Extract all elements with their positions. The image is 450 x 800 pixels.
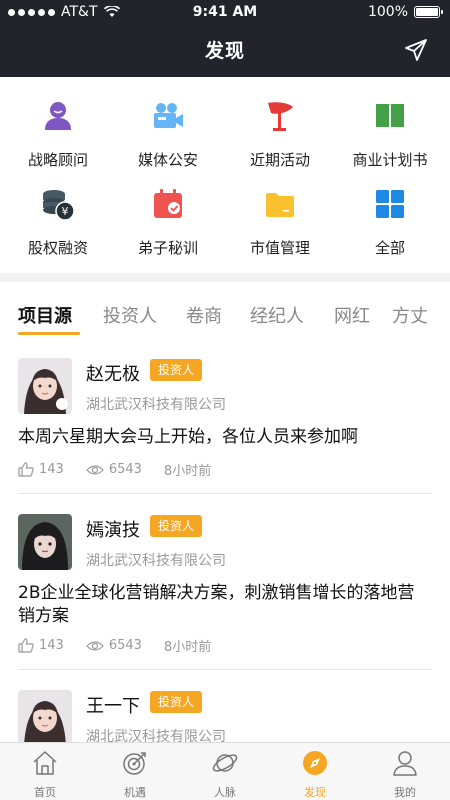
grid-item-label: 媒体公安: [137, 151, 198, 169]
tab-investors[interactable]: 投资人: [103, 302, 157, 328]
coins-icon: ¥: [43, 190, 75, 221]
tab-abbots[interactable]: 方丈: [392, 302, 428, 328]
battery-percent: 100%: [367, 4, 408, 20]
page-title: 发现: [204, 40, 245, 62]
thumbs-up-icon: [18, 462, 34, 477]
folder-icon: [266, 193, 294, 217]
tab-agents[interactable]: 经纪人: [250, 302, 304, 328]
feature-grid: 战略顾问 媒体公安 近期活动 商业计划书 ¥ 股权融资 弟子秘训 市值管理 全部: [0, 77, 450, 273]
battery-icon: [414, 6, 443, 18]
grid-item-market-value[interactable]: 市值管理: [224, 187, 336, 258]
grid-item-label: 全部: [374, 239, 405, 257]
svg-text:¥: ¥: [62, 205, 69, 218]
like-button[interactable]: 143: [18, 462, 64, 477]
book-icon: [376, 104, 404, 129]
grid-item-training[interactable]: 弟子秘训: [112, 187, 224, 258]
video-camera-icon: [154, 103, 183, 128]
grid-item-label: 股权融资: [27, 239, 88, 257]
category-tabs: 项目源 投资人 卷商 经纪人 网红 方丈: [0, 282, 450, 338]
grid-item-label: 近期活动: [249, 151, 310, 169]
post-item[interactable]: 赵无极 投资人 湖北武汉科技有限公司 本周六星期大会马上开始，各位人员来参加啊 …: [0, 338, 450, 494]
planet-icon: [212, 754, 238, 772]
grid-icon: [376, 190, 404, 218]
advisor-icon: [45, 102, 71, 130]
grid-item-advisor[interactable]: 战略顾问: [2, 99, 114, 170]
post-time: 8小时前: [163, 640, 212, 655]
eye-icon: [85, 640, 104, 651]
post-content[interactable]: 本周六星期大会马上开始，各位人员来参加啊: [18, 426, 430, 449]
person-icon: [393, 751, 417, 776]
role-badge: 投资人: [150, 359, 203, 381]
calendar-check-icon: [154, 189, 182, 218]
target-icon: [123, 752, 146, 775]
company-name: 湖北武汉科技有限公司: [86, 553, 226, 569]
grid-item-all[interactable]: 全部: [334, 187, 446, 258]
tab-influencers[interactable]: 网红: [334, 302, 370, 328]
views: 6543: [85, 462, 142, 477]
author-name[interactable]: 嫣演技: [86, 516, 140, 542]
like-count: 143: [39, 638, 64, 653]
bottom-tab-bar: 首页 机遇 人脉 发现 我的: [0, 742, 450, 800]
section-divider: [0, 273, 450, 282]
grid-item-media[interactable]: 媒体公安: [112, 99, 224, 170]
post-item[interactable]: 王一下 投资人 湖北武汉科技有限公司: [0, 670, 450, 742]
tabbar-home[interactable]: 首页: [0, 749, 90, 800]
tabbar-label: 发现: [304, 786, 326, 799]
view-count: 6543: [108, 462, 142, 477]
like-button[interactable]: 143: [18, 638, 64, 653]
status-bar: AT&T 9:41 AM 100%: [0, 0, 450, 24]
post-time: 8小时前: [163, 464, 212, 479]
grid-item-label: 商业计划书: [352, 151, 428, 169]
tabbar-profile[interactable]: 我的: [360, 749, 450, 800]
like-count: 143: [39, 462, 64, 477]
role-badge: 投资人: [150, 515, 203, 537]
tabbar-label: 首页: [34, 786, 56, 799]
post-meta: 143 6543 8小时前: [18, 460, 233, 479]
grid-item-label: 弟子秘训: [137, 239, 198, 257]
view-count: 6543: [108, 638, 142, 653]
grid-item-label: 战略顾问: [27, 151, 88, 169]
avatar[interactable]: [18, 514, 72, 570]
company-name: 湖北武汉科技有限公司: [86, 729, 226, 742]
thumbs-up-icon: [18, 638, 34, 653]
post-item[interactable]: 嫣演技 投资人 湖北武汉科技有限公司 2B企业全球化营销解决方案，刺激销售增长的…: [0, 494, 450, 670]
tab-brokerages[interactable]: 卷商: [186, 302, 222, 328]
tabbar-network[interactable]: 人脉: [180, 749, 270, 800]
grid-item-equity[interactable]: ¥ 股权融资: [2, 187, 114, 258]
avatar[interactable]: [18, 690, 72, 742]
grid-item-label: 市值管理: [249, 239, 310, 257]
views: 6543: [85, 638, 142, 653]
tabbar-label: 机遇: [124, 786, 146, 799]
tabbar-label: 我的: [394, 786, 416, 799]
company-name: 湖北武汉科技有限公司: [86, 397, 226, 413]
tab-projects[interactable]: 项目源: [18, 302, 72, 328]
post-feed[interactable]: 赵无极 投资人 湖北武汉科技有限公司 本周六星期大会马上开始，各位人员来参加啊 …: [0, 338, 450, 742]
grid-item-business-plan[interactable]: 商业计划书: [334, 99, 446, 170]
flag-icon: [268, 102, 293, 131]
compass-icon: [303, 751, 327, 775]
tabbar-opportunities[interactable]: 机遇: [90, 749, 180, 800]
home-icon: [33, 751, 57, 775]
send-icon[interactable]: [404, 38, 428, 62]
author-name[interactable]: 王一下: [86, 692, 140, 718]
post-content[interactable]: 2B企业全球化营销解决方案，刺激销售增长的落地营销方案: [18, 582, 430, 628]
tabbar-discover[interactable]: 发现: [270, 749, 360, 800]
top-bar: AT&T 9:41 AM 100% 发现: [0, 0, 450, 77]
tabbar-label: 人脉: [214, 786, 236, 799]
post-meta: 143 6543 8小时前: [18, 636, 233, 655]
active-tab-indicator: [18, 332, 80, 335]
avatar[interactable]: [18, 358, 72, 414]
author-name[interactable]: 赵无极: [86, 360, 140, 386]
grid-item-events[interactable]: 近期活动: [224, 99, 336, 170]
eye-icon: [85, 464, 104, 475]
role-badge: 投资人: [150, 691, 203, 713]
